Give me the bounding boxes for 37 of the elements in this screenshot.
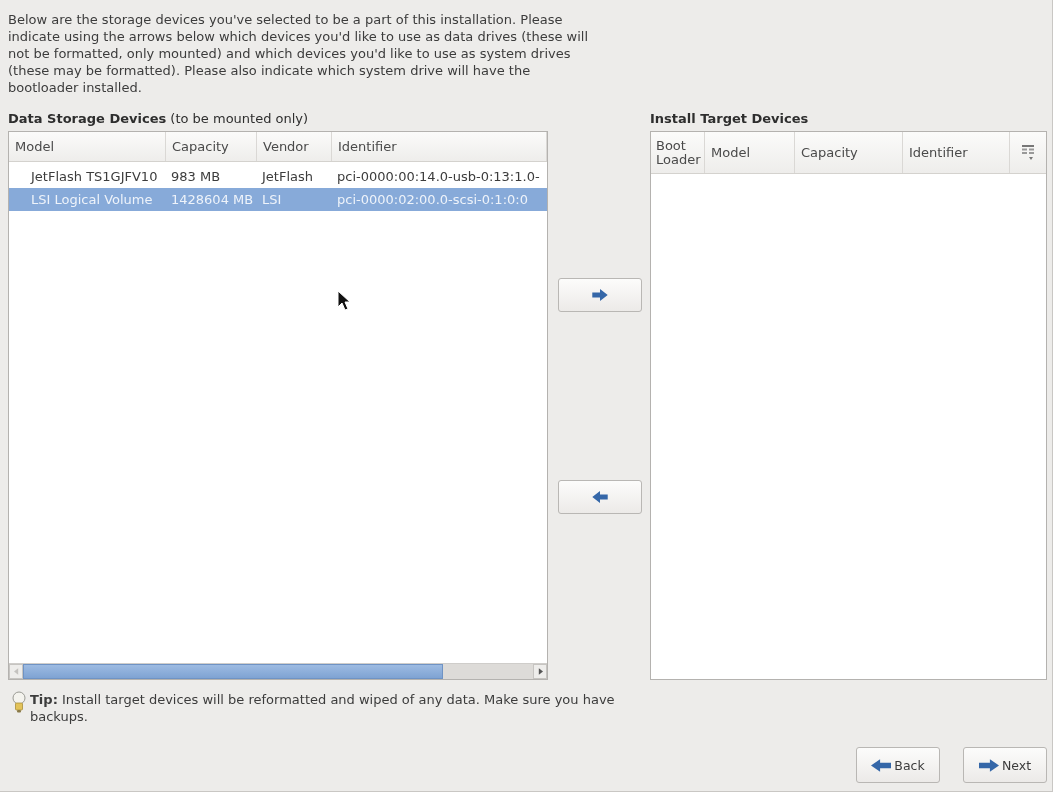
- column-header[interactable]: Vendor: [257, 132, 332, 161]
- column-header[interactable]: Identifier: [332, 132, 547, 161]
- install-target-title: Install Target Devices: [650, 111, 810, 127]
- move-left-button[interactable]: [558, 480, 642, 514]
- intro-text: Below are the storage devices you've selected to be a part of this installation. Please indicate using the arrows below which devices you'd like to use as data drives (these will not be formatted, only mounted) and which devices you'd like to use as system drives (these may be formatted). Please also indicate which system drive will have the bootloader installed.: [8, 11, 590, 96]
- back-button[interactable]: Back: [856, 747, 940, 783]
- column-chooser-icon[interactable]: [1022, 145, 1034, 160]
- scroll-right-button[interactable]: [533, 664, 547, 679]
- table-cell-text: LSI: [261, 192, 283, 207]
- right-caret-icon: [537, 668, 543, 675]
- mouse-pointer-icon: [337, 290, 351, 311]
- left-arrow-icon: [592, 491, 608, 503]
- move-right-button[interactable]: [558, 278, 642, 312]
- column-header[interactable]: Model: [9, 132, 166, 161]
- column-header[interactable]: Identifier: [903, 132, 1010, 173]
- table-cell-text: JetFlash: [260, 169, 314, 184]
- next-button[interactable]: Next: [963, 747, 1047, 783]
- table-cell-text: 1428604 MB: [170, 192, 255, 207]
- table-cell-text: 983 MB: [170, 169, 222, 184]
- horizontal-scrollbar[interactable]: [9, 663, 547, 679]
- table-cell-text: pci-0000:00:14.0-usb-0:13:1.0-: [336, 169, 541, 184]
- left-caret-icon: [13, 668, 19, 675]
- table-cell-text: JetFlash TS1GJFV10: [29, 169, 159, 184]
- data-storage-title: Data Storage Devices (to be mounted only): [8, 111, 310, 127]
- column-header[interactable]: Capacity: [166, 132, 257, 161]
- column-header[interactable]: Capacity: [795, 132, 903, 173]
- column-header[interactable]: Boot Loader: [651, 132, 705, 173]
- right-arrow-icon: [592, 289, 608, 301]
- left-arrow-icon: [871, 758, 892, 772]
- table-cell-text: LSI Logical Volume: [30, 192, 154, 207]
- tip-text: Tip: Install target devices will be reformatted and wiped of any data. Make sure you have backups.: [30, 691, 616, 725]
- scrollbar-thumb[interactable]: [23, 664, 443, 679]
- right-arrow-icon: [978, 758, 999, 772]
- column-header[interactable]: Model: [705, 132, 795, 173]
- table-cell-text: pci-0000:02:00.0-scsi-0:1:0:0: [336, 192, 529, 207]
- table-row[interactable]: JetFlash TS1GJFV10 983 MB JetFlash pci-0000:00:14.0-usb-0:13:1.0-: [9, 165, 547, 188]
- lightbulb-icon: [12, 691, 26, 713]
